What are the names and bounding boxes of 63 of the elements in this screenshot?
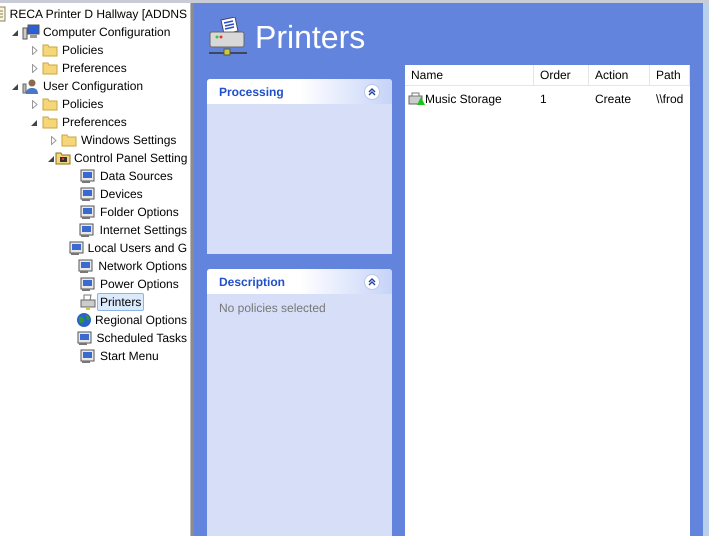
page-title: Printers: [255, 21, 366, 53]
table-cell-text: \\frod: [656, 90, 684, 108]
expand-arrow-icon[interactable]: [32, 46, 38, 54]
panel-text: No policies selected: [218, 300, 327, 317]
tree-item[interactable]: Control Panel Setting: [71, 149, 190, 167]
user-icon: [22, 78, 40, 94]
folder-icon: [42, 43, 58, 57]
tree-item[interactable]: Printers: [97, 293, 144, 311]
column-header[interactable]: Path: [650, 65, 690, 85]
tree-item[interactable]: Local Users and G: [84, 239, 190, 257]
column-header[interactable]: Order: [534, 65, 589, 85]
tree-item[interactable]: Policies: [59, 41, 106, 59]
settings-icon: [80, 186, 96, 202]
settings-icon: [78, 258, 94, 274]
tree-item[interactable]: Computer Configuration: [40, 23, 174, 41]
tree-item[interactable]: Internet Settings: [96, 221, 190, 239]
tree-item[interactable]: Scheduled Tasks: [94, 329, 190, 347]
printer-icon: [207, 17, 249, 57]
table-cell-text: Music Storage: [425, 90, 502, 108]
collapse-arrow-icon[interactable]: [48, 154, 55, 162]
settings-icon: [68, 240, 85, 256]
settings-icon: [80, 276, 96, 292]
tree-item[interactable]: Folder Options: [97, 203, 182, 221]
settings-icon: [80, 168, 96, 184]
collapse-chevron-icon[interactable]: [364, 84, 380, 100]
collapse-arrow-icon[interactable]: [12, 82, 19, 90]
tree-item[interactable]: Regional Options: [92, 311, 190, 329]
folder-icon: [60, 133, 76, 147]
tree-item[interactable]: Windows Settings: [78, 131, 180, 149]
collapse-arrow-icon[interactable]: [31, 118, 38, 126]
tree-item[interactable]: Devices: [97, 185, 146, 203]
computer-icon: [22, 24, 40, 40]
tree-item[interactable]: Start Menu: [97, 347, 162, 365]
control-panel-icon: [55, 151, 71, 165]
globe-icon: [76, 312, 92, 328]
tree-item[interactable]: Policies: [59, 95, 106, 113]
tree-item[interactable]: Network Options: [95, 257, 190, 275]
tree-item[interactable]: User Configuration: [40, 77, 146, 95]
expand-arrow-icon[interactable]: [50, 136, 56, 144]
folder-icon: [42, 61, 58, 75]
tree-item[interactable]: Power Options: [97, 275, 182, 293]
settings-icon: [80, 204, 96, 220]
printer-icon: [78, 294, 96, 310]
settings-icon: [80, 348, 96, 364]
table-cell-text: Create: [595, 90, 632, 108]
expand-arrow-icon[interactable]: [32, 64, 38, 72]
collapse-arrow-icon[interactable]: [12, 28, 19, 36]
settings-icon: [79, 222, 96, 238]
printer-icon: [408, 92, 425, 106]
tree-item[interactable]: Data Sources: [97, 167, 176, 185]
panel-title: Processing: [219, 84, 284, 100]
table-cell-text: 1: [540, 90, 547, 108]
tree-item[interactable]: Preferences: [59, 59, 130, 77]
collapse-chevron-icon[interactable]: [364, 274, 380, 290]
tree-item[interactable]: RECA Printer D Hallway [ADDNS: [6, 5, 190, 23]
folder-icon: [42, 97, 58, 111]
expand-arrow-icon[interactable]: [32, 100, 38, 108]
tree-item[interactable]: Preferences: [59, 113, 130, 131]
folder-icon: [42, 115, 58, 129]
column-header[interactable]: Action: [589, 65, 650, 85]
panel-title: Description: [219, 274, 286, 290]
settings-icon: [77, 330, 94, 346]
column-header[interactable]: Name: [405, 65, 534, 85]
